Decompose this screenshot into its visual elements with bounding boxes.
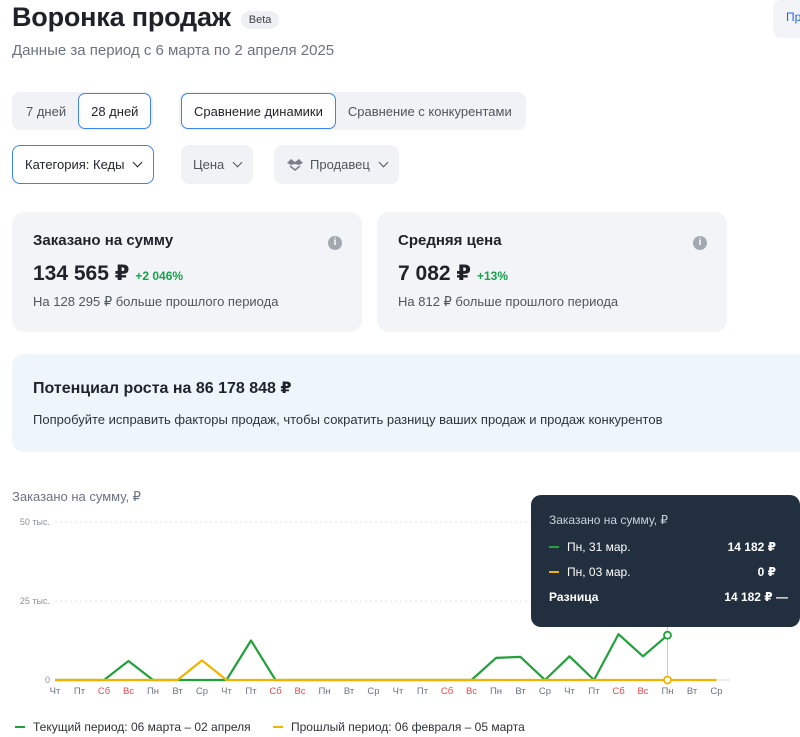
chevron-down-icon [232, 157, 243, 168]
x-tick-label: Вс [637, 686, 648, 697]
compare-competitors-tab[interactable]: Сравнение с конкурентами [336, 93, 524, 129]
page-header: Воронка продаж Beta [12, 2, 280, 33]
tooltip-diff-label: Разница [549, 590, 599, 604]
legend-label: Текущий период: 06 марта – 02 апреля [33, 720, 251, 734]
card-value-row: 134 565 ₽ +2 046% [33, 261, 341, 286]
x-tick-label: Пн [661, 686, 673, 697]
card-value-row: 7 082 ₽ +13% [398, 261, 706, 286]
average-price-card: Средняя цена i 7 082 ₽ +13% На 812 ₽ бол… [377, 212, 727, 332]
period-28-days-tab[interactable]: 28 дней [78, 93, 152, 129]
tooltip-diff-value: 14 182 ₽ — [724, 590, 788, 604]
card-delta: +2 046% [135, 269, 184, 283]
legend-label: Прошлый период: 06 февраля – 05 марта [291, 720, 525, 734]
x-tick-label: Пт [417, 686, 429, 697]
tooltip-row-label: Пн, 31 мар. [567, 540, 631, 554]
card-title: Заказано на сумму [33, 232, 174, 249]
y-tick-label: 25 тыс. [20, 596, 50, 606]
tooltip-row-value: 0 ₽ [757, 565, 776, 579]
category-filter-label: Категория: Кеды [25, 157, 125, 172]
x-tick-label: Сб [612, 686, 625, 697]
price-filter-label: Цена [193, 157, 225, 172]
compare-switcher: Сравнение динамики Сравнение с конкурент… [179, 92, 526, 130]
x-tick-label: Вт [172, 686, 183, 697]
x-tick-label: Вт [344, 686, 355, 697]
x-tick-label: Сб [441, 686, 454, 697]
current-series-marker [549, 546, 559, 548]
period-subtitle: Данные за период с 6 марта по 2 апреля 2… [12, 42, 335, 59]
legend-current[interactable]: Текущий период: 06 марта – 02 апреля [15, 720, 251, 734]
x-tick-label: Сб [98, 686, 111, 697]
x-tick-label: Пт [245, 686, 257, 697]
x-tick-label: Вс [294, 686, 305, 697]
legend-previous[interactable]: Прошлый период: 06 февраля – 05 марта [273, 720, 525, 734]
current-series-line [55, 633, 669, 682]
tooltip-title: Заказано на сумму, ₽ [549, 513, 669, 527]
growth-potential-banner: Потенциал роста на 86 178 848 ₽ Попробуй… [12, 354, 800, 452]
card-value: 134 565 ₽ [33, 262, 130, 285]
x-tick-label: Вт [515, 686, 526, 697]
card-delta: +13% [477, 269, 509, 283]
info-icon[interactable]: i [328, 236, 342, 250]
beta-badge: Beta [240, 10, 280, 29]
x-tick-label: Вт [687, 686, 698, 697]
ordered-sum-card: Заказано на сумму i 134 565 ₽ +2 046% На… [12, 212, 362, 332]
x-tick-label: Пт [74, 686, 86, 697]
x-tick-label: Ср [539, 686, 551, 697]
seller-filter[interactable]: Продавец [274, 145, 399, 184]
tooltip-row-value: 14 182 ₽ [727, 540, 776, 554]
x-tick-label: Ср [367, 686, 379, 697]
x-tick-label: Пт [588, 686, 600, 697]
x-tick-label: Вс [123, 686, 134, 697]
info-icon[interactable]: i [693, 236, 707, 250]
card-note: На 812 ₽ больше прошлого периода [398, 294, 619, 309]
seller-icon [287, 158, 303, 171]
price-filter[interactable]: Цена [181, 145, 254, 184]
potential-text: Попробуйте исправить факторы продаж, что… [33, 412, 663, 427]
x-tick-label: Чт [564, 686, 575, 697]
current-highlight-point [663, 630, 672, 640]
x-tick-label: Чт [221, 686, 232, 697]
y-tick-label: 50 тыс. [20, 517, 50, 527]
chart-title: Заказано на сумму, ₽ [12, 489, 141, 504]
tooltip-row-previous: Пн, 03 мар. 0 ₽ [549, 565, 776, 579]
card-title: Средняя цена [398, 232, 502, 249]
previous-series-marker [549, 571, 559, 573]
period-switcher: 7 дней 28 дней [12, 92, 154, 130]
seller-filter-label: Продавец [310, 157, 370, 172]
previous-series-line [55, 659, 717, 682]
tooltip-row-diff: Разница 14 182 ₽ — [549, 590, 788, 604]
x-tick-label: Пн [490, 686, 502, 697]
category-filter[interactable]: Категория: Кеды [12, 145, 155, 184]
x-tick-label: Чт [393, 686, 404, 697]
legend-marker [15, 726, 25, 728]
x-tick-label: Ср [710, 686, 722, 697]
x-tick-label: Сб [269, 686, 282, 697]
page-title: Воронка продаж [12, 2, 231, 32]
previous-highlight-point [663, 675, 672, 685]
chevron-down-icon [133, 157, 143, 168]
chevron-down-icon [378, 157, 389, 168]
x-tick-label: Вс [466, 686, 477, 697]
x-tick-label: Пн [318, 686, 330, 697]
card-note: На 128 295 ₽ больше прошлого периода [33, 294, 279, 309]
y-tick-label: 0 [45, 675, 50, 685]
card-value: 7 082 ₽ [398, 262, 471, 285]
tooltip-row-current: Пн, 31 мар. 14 182 ₽ [549, 540, 776, 554]
compare-dynamics-tab[interactable]: Сравнение динамики [181, 93, 336, 129]
tooltip-row-label: Пн, 03 мар. [567, 565, 631, 579]
potential-title: Потенциал роста на 86 178 848 ₽ [33, 380, 292, 397]
chart-tooltip: Заказано на сумму, ₽ Пн, 31 мар. 14 182 … [531, 495, 800, 627]
x-tick-label: Ср [196, 686, 208, 697]
x-tick-label: Пн [147, 686, 159, 697]
x-tick-label: Чт [50, 686, 61, 697]
legend-marker [273, 726, 283, 728]
period-7-days-tab[interactable]: 7 дней [14, 93, 78, 129]
top-right-button[interactable]: Пр [773, 0, 800, 38]
